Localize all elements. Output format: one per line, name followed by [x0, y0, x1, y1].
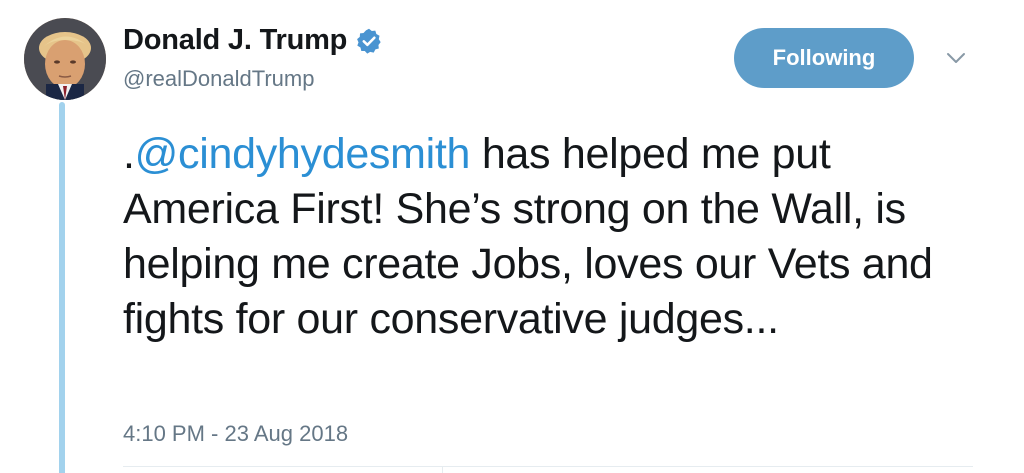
author-name-row: Donald J. Trump — [123, 24, 383, 57]
divider-tick — [442, 466, 443, 473]
tweet-text: .@cindyhydesmith has helped me put Ameri… — [123, 127, 983, 347]
avatar[interactable] — [24, 18, 106, 100]
author-display-name[interactable]: Donald J. Trump — [123, 24, 347, 57]
mention-link[interactable]: @cindyhydesmith — [135, 130, 471, 178]
divider — [123, 466, 973, 467]
thread-line — [59, 102, 65, 473]
chevron-down-icon[interactable] — [944, 48, 968, 68]
tweet-card: Donald J. Trump @realDonaldTrump Followi… — [0, 0, 1024, 473]
verified-badge-icon — [355, 27, 383, 55]
author-handle[interactable]: @realDonaldTrump — [123, 66, 314, 92]
following-button[interactable]: Following — [734, 28, 914, 88]
avatar-illustration — [24, 18, 106, 100]
tweet-text-prefix: . — [123, 130, 135, 178]
tweet-timestamp[interactable]: 4:10 PM - 23 Aug 2018 — [123, 421, 348, 447]
